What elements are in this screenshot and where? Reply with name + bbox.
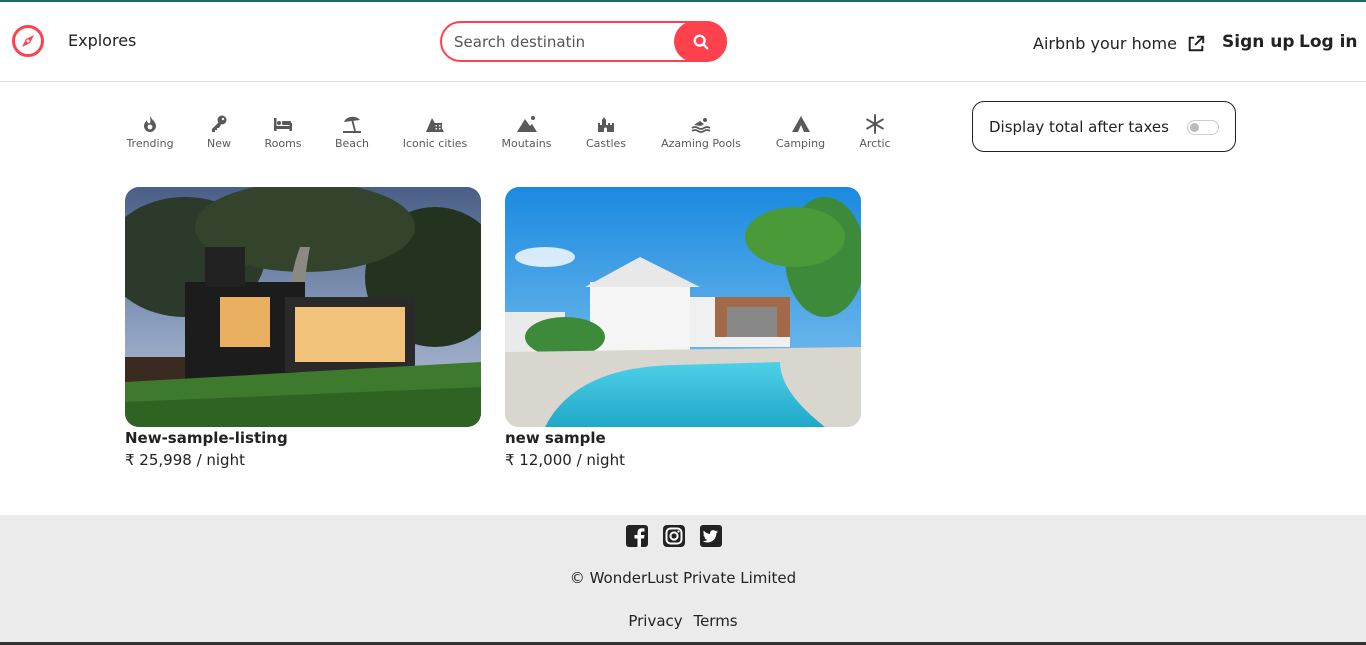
search-button[interactable] (674, 21, 727, 62)
filter-rooms[interactable]: Rooms (263, 114, 303, 150)
filter-beach[interactable]: Beach (334, 114, 370, 150)
key-icon (212, 115, 227, 132)
filter-arctic[interactable]: Arctic (858, 114, 892, 150)
filter-label: Moutains (501, 137, 552, 150)
external-link-icon (1188, 35, 1205, 51)
footer-links: Privacy Terms (0, 612, 1366, 630)
castle-icon (598, 117, 614, 132)
filter-label: Iconic cities (402, 137, 468, 150)
login-link[interactable]: Log in (1299, 32, 1358, 52)
filter-camping[interactable]: Camping (773, 114, 828, 150)
tax-toggle-box: Display total after taxes (972, 101, 1236, 152)
filter-label: Trending (126, 137, 174, 150)
filter-trending[interactable]: Trending (125, 114, 175, 150)
filter-amazing-pools[interactable]: Azaming Pools (659, 114, 743, 150)
filter-new[interactable]: New (204, 114, 234, 150)
tent-icon (791, 116, 810, 132)
host-label: Airbnb your home (1033, 34, 1177, 53)
copyright-text: © WonderLust Private Limited (569, 569, 797, 587)
listing-title[interactable]: new sample (505, 429, 861, 447)
listing-card[interactable]: new sample ₹ 12,000 / night (505, 187, 861, 469)
facebook-icon[interactable] (626, 525, 648, 547)
footer: © WonderLust Private Limited Privacy Ter… (0, 515, 1366, 645)
listing-image[interactable] (505, 187, 861, 427)
listing-price: ₹ 12,000 / night (505, 451, 625, 469)
filter-mountains[interactable]: Moutains (499, 114, 554, 150)
signup-link[interactable]: Sign up (1222, 32, 1295, 52)
listing-image[interactable] (125, 187, 481, 427)
airbnb-your-home-link[interactable]: Airbnb your home (1033, 34, 1205, 53)
snowflake-icon (866, 114, 884, 134)
instagram-icon[interactable] (663, 525, 685, 547)
compass-icon[interactable] (11, 24, 45, 58)
filter-label: New (207, 137, 231, 150)
filter-label: Arctic (859, 137, 891, 150)
umbrella-beach-icon (343, 116, 361, 133)
listing-title[interactable]: New-sample-listing (125, 429, 481, 447)
filter-label: Camping (775, 137, 826, 150)
tax-toggle-switch[interactable] (1187, 120, 1219, 135)
filter-label: Beach (334, 137, 370, 150)
explore-link[interactable]: Explores (68, 31, 136, 50)
mountain-icon (516, 116, 537, 132)
terms-link[interactable]: Terms (693, 612, 737, 630)
listing-card[interactable]: New-sample-listing ₹ 25,998 / night (125, 187, 481, 469)
filter-label: Castles (585, 137, 627, 150)
filter-label: Rooms (264, 137, 302, 150)
filter-castles[interactable]: Castles (584, 114, 628, 150)
navbar: Explores Airbnb your home Sign up Log in (0, 2, 1366, 82)
listing-price: ₹ 25,998 / night (125, 451, 245, 469)
filter-iconic-cities[interactable]: Iconic cities (401, 114, 469, 150)
privacy-link[interactable]: Privacy (628, 612, 682, 630)
fire-icon (144, 116, 156, 132)
search-input[interactable] (454, 31, 674, 53)
twitter-icon[interactable] (700, 525, 722, 547)
tax-toggle-label: Display total after taxes (989, 117, 1169, 136)
search-icon (693, 34, 708, 49)
search-bar (440, 21, 727, 62)
city-icon (426, 118, 444, 132)
social-links (626, 525, 722, 547)
bed-icon (274, 118, 292, 131)
filter-label: Azaming Pools (661, 137, 741, 150)
swimmer-icon (691, 118, 711, 133)
